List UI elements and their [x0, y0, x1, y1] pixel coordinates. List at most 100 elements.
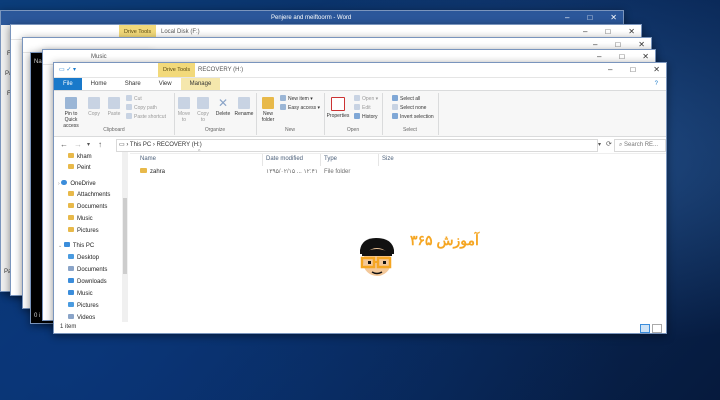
maximize-icon[interactable]: □ [615, 40, 620, 49]
word-title: Penjere and meiftoorm - Word [271, 15, 352, 21]
minimize-icon[interactable]: – [583, 27, 587, 36]
refresh-icon[interactable]: ⟳ [606, 140, 612, 150]
nav-item-music[interactable]: Music [68, 214, 93, 224]
column-divider[interactable] [378, 154, 379, 166]
paste-shortcut-button[interactable]: Paste shortcut [126, 113, 166, 121]
edit-icon [354, 104, 360, 110]
paste-button[interactable]: Paste [106, 97, 122, 117]
properties-button[interactable]: Properties [326, 97, 350, 119]
cut-button[interactable]: Cut [126, 95, 142, 103]
column-header-name[interactable]: Name [140, 154, 156, 164]
details-view-icon[interactable] [640, 324, 650, 333]
tab-view[interactable]: View [150, 78, 181, 90]
ribbon-group-open: Properties Open ▾ Edit History Open [324, 93, 383, 135]
nav-scrollbar[interactable] [122, 152, 128, 322]
close-icon[interactable]: ✕ [653, 65, 660, 74]
nav-item-documents[interactable]: Documents [68, 202, 107, 212]
nav-item-downloads[interactable]: Downloads [68, 277, 107, 287]
rename-button[interactable]: Rename [234, 97, 254, 117]
up-arrow-icon[interactable]: ↑ [98, 140, 102, 150]
nav-item-documents-pc[interactable]: Documents [68, 265, 107, 275]
address-dropdown-icon[interactable]: ▾ [598, 140, 601, 150]
folder-icon [68, 203, 74, 208]
chevron-down-icon: ⌄ [58, 243, 63, 249]
history-button[interactable]: History [354, 113, 378, 121]
maximize-icon[interactable]: □ [605, 27, 610, 36]
quick-access-toolbar-icon[interactable]: ▭ ✓ ▾ [59, 66, 76, 73]
search-input[interactable]: ⌕ Search RE... [614, 139, 666, 152]
close-icon[interactable]: ✕ [642, 52, 649, 61]
edit-button[interactable]: Edit [354, 104, 371, 112]
breadcrumb-recovery[interactable]: RECOVERY (H:) [157, 142, 202, 148]
maximize-icon[interactable]: □ [587, 13, 592, 22]
copy-path-label: Copy path [134, 105, 157, 111]
breadcrumb-this-pc[interactable]: This PC [130, 142, 151, 148]
nav-item-attachments[interactable]: Attachments [68, 190, 110, 200]
tab-manage[interactable]: Manage [180, 78, 221, 90]
nav-item-music-pc[interactable]: Music [68, 289, 93, 299]
recent-locations-icon[interactable]: ▾ [87, 140, 90, 150]
tab-file[interactable]: File [54, 78, 82, 90]
drive-icon: ▭ [119, 142, 125, 148]
minimize-icon[interactable]: – [597, 52, 601, 61]
paste-shortcut-label: Paste shortcut [134, 114, 166, 120]
table-row[interactable]: zahra ۱۳۹۵/۰۲/۱۵ ... ۱۲:۴۱ File folder [134, 166, 434, 178]
select-none-button[interactable]: Select none [392, 104, 426, 112]
history-label: History [362, 114, 378, 120]
nav-item-kham[interactable]: kham [68, 152, 92, 162]
search-icon: ⌕ [619, 142, 623, 148]
copy-button[interactable]: Copy [86, 97, 102, 117]
explorer-window-recovery[interactable]: ▭ ✓ ▾ Drive Tools RECOVERY (H:) – □ ✕ Fi… [53, 62, 667, 334]
address-input[interactable]: ▭ › This PC › RECOVERY (H:) [116, 139, 598, 152]
minimize-icon[interactable]: – [608, 65, 612, 74]
nav-scrollbar-thumb[interactable] [123, 198, 127, 274]
nav-item-this-pc[interactable]: ⌄ This PC [58, 241, 94, 251]
maximize-icon[interactable]: □ [619, 52, 624, 61]
new-folder-button[interactable]: New folder [258, 97, 278, 123]
select-all-button[interactable]: Select all [392, 95, 420, 103]
forward-arrow-icon[interactable]: → [74, 140, 82, 150]
nav-label: Peint [77, 165, 91, 171]
delete-label: Delete [215, 111, 231, 117]
new-folder-icon [262, 97, 274, 109]
easy-access-button[interactable]: Easy access ▾ [280, 104, 320, 112]
nav-item-pictures[interactable]: Pictures [68, 226, 99, 236]
cloud-icon [61, 180, 68, 185]
invert-selection-button[interactable]: Invert selection [392, 113, 434, 121]
new-item-button[interactable]: New item ▾ [280, 95, 313, 103]
large-icons-view-icon[interactable] [652, 324, 662, 333]
copy-path-button[interactable]: Copy path [126, 104, 157, 112]
watermark-logo: آموزش ۳۶۵ Amoozesh365.ir [350, 232, 540, 282]
back-arrow-icon[interactable]: ← [60, 140, 68, 150]
tab-home[interactable]: Home [82, 78, 116, 90]
help-icon[interactable]: ? [655, 78, 666, 90]
nav-label: OneDrive [70, 181, 96, 187]
close-icon[interactable]: ✕ [628, 27, 635, 36]
delete-button[interactable]: ✕ Delete [214, 97, 232, 117]
copy-icon [88, 97, 100, 109]
close-icon[interactable]: ✕ [638, 40, 645, 49]
nav-item-peint[interactable]: Peint [68, 163, 91, 173]
navigation-pane: kham Peint › OneDrive Attachments Docume… [54, 152, 130, 322]
nav-item-desktop[interactable]: Desktop [68, 253, 99, 263]
tab-share[interactable]: Share [116, 78, 150, 90]
copy-to-button[interactable]: Copy to [195, 97, 211, 123]
column-divider[interactable] [262, 154, 263, 166]
open-button[interactable]: Open ▾ [354, 95, 378, 103]
pin-button[interactable]: Pin to Quick access [58, 97, 84, 129]
dark-window-label: Na [34, 59, 42, 65]
column-divider[interactable] [320, 154, 321, 166]
minimize-icon[interactable]: – [565, 13, 569, 22]
maximize-icon[interactable]: □ [630, 65, 635, 74]
column-header-size[interactable]: Size [382, 154, 394, 164]
nav-item-pictures-pc[interactable]: Pictures [68, 301, 99, 311]
nav-label: Pictures [77, 303, 99, 309]
minimize-icon[interactable]: – [593, 40, 597, 49]
window-controls: – □ ✕ [583, 27, 635, 36]
column-header-date[interactable]: Date modified [266, 154, 303, 164]
column-header-type[interactable]: Type [324, 154, 337, 164]
window-controls: – □ ✕ [597, 52, 649, 61]
move-to-button[interactable]: Move to [176, 97, 192, 123]
nav-item-onedrive[interactable]: › OneDrive [58, 179, 96, 189]
close-icon[interactable]: ✕ [610, 13, 617, 22]
